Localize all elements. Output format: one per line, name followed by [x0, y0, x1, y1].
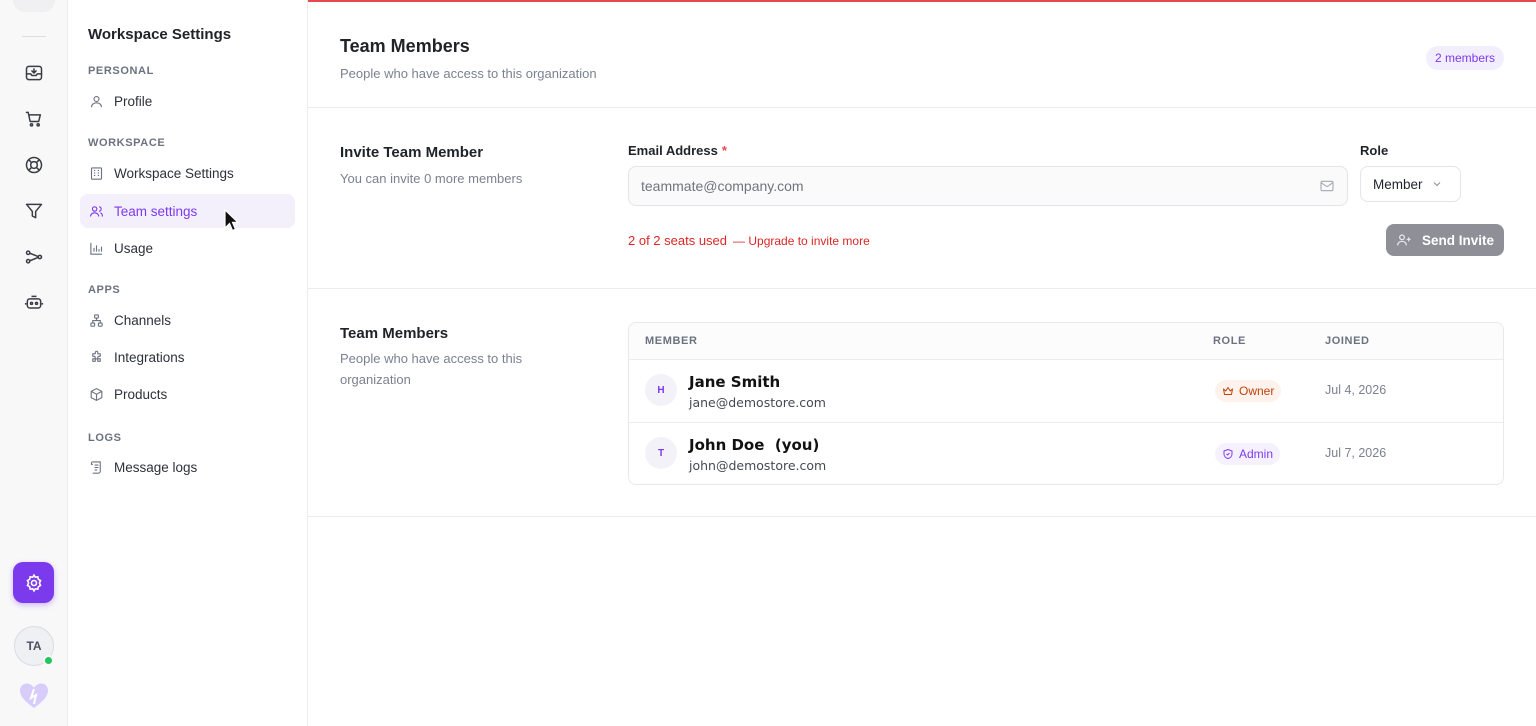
- member-avatar: T: [645, 437, 677, 469]
- shield-icon: [1223, 449, 1233, 459]
- scroll-icon: [90, 460, 101, 474]
- mail-icon: [1320, 180, 1334, 192]
- sidebar-item-channels[interactable]: Channels: [80, 303, 295, 337]
- member-email: jane@demostore.com: [689, 395, 826, 410]
- table-row[interactable]: H Jane Smith jane@demostore.com Owner Ju…: [629, 360, 1503, 422]
- email-field-wrapper: [628, 166, 1348, 206]
- building-icon: [90, 166, 103, 180]
- avatar-initials: TA: [26, 639, 42, 653]
- column-role: ROLE: [1213, 335, 1246, 347]
- member-name: Jane Smith: [689, 373, 781, 391]
- upgrade-link[interactable]: — Upgrade to invite more: [733, 234, 870, 248]
- member-avatar: H: [645, 374, 677, 406]
- role-badge-owner: Owner: [1215, 380, 1282, 402]
- sidebar-item-label: Profile: [114, 93, 153, 109]
- settings-sidebar: Workspace Settings PERSONAL Profile WORK…: [68, 0, 308, 726]
- user-icon: [90, 95, 103, 107]
- invite-title: Invite Team Member: [340, 144, 484, 161]
- section-logs: LOGS: [88, 432, 122, 444]
- user-plus-icon: [1397, 234, 1411, 246]
- brand-logo-icon: [17, 680, 51, 710]
- email-label-text: Email Address: [628, 143, 718, 158]
- sidebar-item-products[interactable]: Products: [80, 377, 295, 411]
- gear-icon: [25, 573, 42, 592]
- role-select-value: Member: [1373, 176, 1423, 192]
- icon-rail: TA: [0, 0, 68, 726]
- member-name: John Doe (you): [689, 436, 820, 454]
- required-mark: *: [721, 143, 727, 158]
- crown-icon: [1223, 387, 1233, 395]
- sidebar-item-team-settings[interactable]: Team settings: [80, 194, 295, 228]
- bar-chart-icon: [90, 242, 103, 255]
- joined-date: Jul 4, 2026: [1325, 383, 1387, 397]
- users-icon: [90, 205, 103, 217]
- member-count-badge: 2 members: [1425, 46, 1504, 70]
- rail-divider: [22, 36, 46, 37]
- sidebar-item-message-logs[interactable]: Message logs: [80, 450, 295, 484]
- cart-icon[interactable]: [22, 107, 46, 131]
- sidebar-title: Workspace Settings: [88, 26, 232, 43]
- rail-top-button[interactable]: [13, 0, 55, 12]
- flow-icon[interactable]: [22, 245, 46, 269]
- settings-gear-button[interactable]: [13, 562, 54, 603]
- seats-usage-text: 2 of 2 seats used — Upgrade to invite mor…: [628, 233, 870, 248]
- bot-icon[interactable]: [22, 291, 46, 315]
- section-personal: PERSONAL: [88, 65, 154, 77]
- online-status-dot: [43, 655, 54, 666]
- channels-icon: [90, 313, 103, 327]
- puzzle-icon: [92, 350, 101, 362]
- sidebar-item-label: Usage: [114, 240, 154, 256]
- email-field[interactable]: [641, 178, 1319, 194]
- send-invite-label: Send Invite: [1421, 232, 1494, 248]
- members-subtitle: People who have access to this organizat…: [340, 351, 523, 387]
- sidebar-item-label: Team settings: [114, 203, 198, 219]
- sidebar-item-workspace-settings[interactable]: Workspace Settings: [80, 156, 295, 190]
- mouse-cursor-icon: [224, 209, 240, 232]
- role-label: Role: [1360, 143, 1389, 158]
- members-title: Team Members: [340, 325, 449, 342]
- sidebar-item-label: Message logs: [114, 459, 198, 475]
- main-content: Team Members People who have access to t…: [308, 2, 1536, 726]
- sidebar-item-label: Integrations: [114, 349, 185, 365]
- column-member: MEMBER: [645, 335, 698, 347]
- chevron-down-icon: [1433, 182, 1440, 187]
- page-header: Team Members People who have access to t…: [308, 2, 1536, 108]
- box-icon: [90, 387, 103, 401]
- email-label: Email Address *: [628, 143, 727, 158]
- invite-section: Invite Team Member You can invite 0 more…: [308, 108, 1536, 289]
- section-workspace: WORKSPACE: [88, 137, 166, 149]
- role-badge-admin: Admin: [1215, 443, 1281, 465]
- members-section: Team Members People who have access to t…: [308, 289, 1536, 517]
- sidebar-item-profile[interactable]: Profile: [80, 84, 295, 118]
- seats-used: 2 of 2 seats used: [628, 233, 728, 248]
- members-table: MEMBER ROLE JOINED H Jane Smith jane@dem…: [628, 322, 1504, 485]
- sidebar-item-label: Channels: [114, 312, 172, 328]
- send-invite-button[interactable]: Send Invite: [1386, 224, 1504, 256]
- joined-date: Jul 7, 2026: [1325, 446, 1387, 460]
- role-select[interactable]: Member: [1360, 166, 1461, 202]
- table-row[interactable]: T John Doe (you) john@demostore.com Admi…: [629, 422, 1503, 484]
- page-title: Team Members: [340, 36, 470, 56]
- table-header: MEMBER ROLE JOINED: [629, 323, 1503, 360]
- column-joined: JOINED: [1325, 335, 1370, 347]
- member-info: John Doe (you) john@demostore.com: [685, 430, 953, 478]
- member-email: john@demostore.com: [689, 458, 827, 473]
- sidebar-item-integrations[interactable]: Integrations: [80, 340, 295, 374]
- role-label-text: Admin: [1239, 447, 1274, 461]
- sidebar-item-label: Products: [114, 386, 168, 402]
- invite-subtitle: You can invite 0 more members: [340, 171, 523, 186]
- help-circle-icon[interactable]: [22, 153, 46, 177]
- role-label-text: Owner: [1239, 384, 1275, 398]
- inbox-icon[interactable]: [22, 61, 46, 85]
- page-subtitle: People who have access to this organizat…: [340, 66, 597, 81]
- section-apps: APPS: [88, 284, 121, 296]
- sidebar-item-label: Workspace Settings: [114, 165, 234, 181]
- sidebar-item-usage[interactable]: Usage: [80, 231, 295, 265]
- filter-icon[interactable]: [22, 199, 46, 223]
- member-info: Jane Smith jane@demostore.com: [685, 367, 953, 415]
